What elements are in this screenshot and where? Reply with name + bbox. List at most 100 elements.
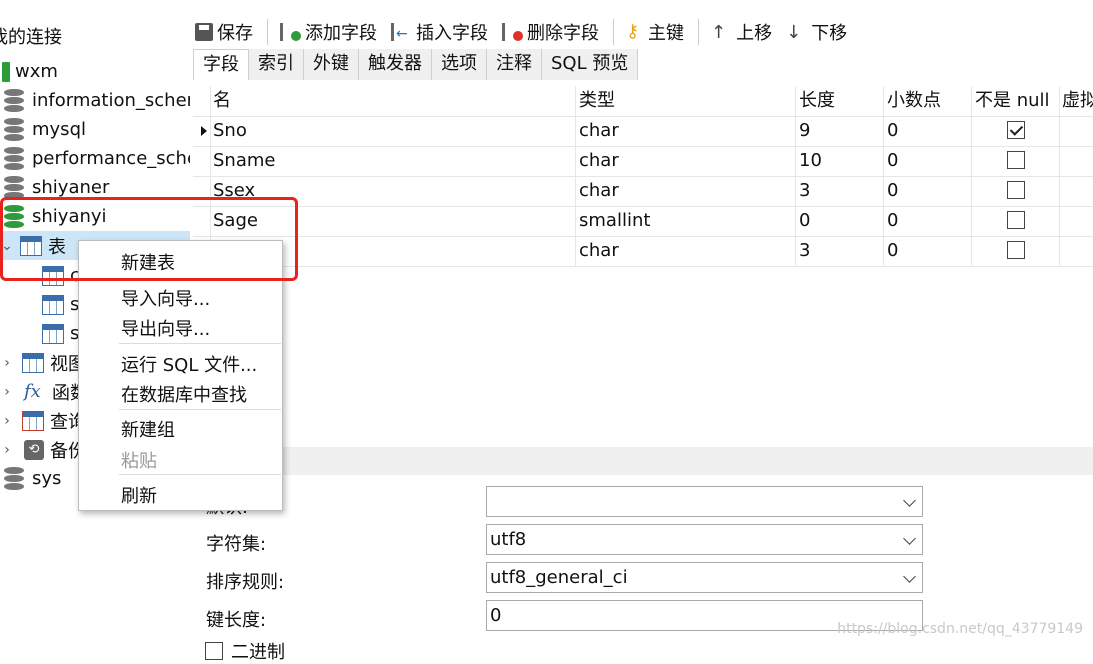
field-decimal-cell[interactable]: 0 [887,206,898,236]
column-header-virtual[interactable]: 虚拟 [1062,86,1093,116]
chevron-right-icon[interactable]: › [0,413,14,429]
move-down-button[interactable]: ↓ 下移 [786,19,847,45]
chevron-down-icon [903,570,916,583]
not-null-checkbox[interactable] [1007,151,1025,169]
column-header-type[interactable]: 类型 [579,86,615,116]
grid-divider [210,176,211,206]
tree-db-shiyanyi[interactable]: shiyanyi [4,202,107,231]
chevron-right-icon[interactable]: › [0,384,14,400]
chevron-right-icon[interactable]: › [0,442,14,458]
field-name-cell[interactable]: Ssex [213,176,255,206]
column-header-decimal[interactable]: 小数点 [887,86,941,116]
binary-checkbox-row[interactable]: 二进制 [205,638,285,664]
chevron-down-icon [903,532,916,545]
tree-table-item[interactable]: s [42,290,79,319]
arrow-up-icon: ↑ [711,21,727,43]
primary-key-button[interactable]: ⚷ 主键 [626,19,684,45]
not-null-checkbox[interactable] [1007,181,1025,199]
chevron-right-icon[interactable]: › [0,355,14,371]
menu-item-export-wizard[interactable]: 导出向导... [121,315,210,341]
tree-node-views[interactable]: › 视图 [0,348,86,377]
table-row[interactable]: Ssex char 3 0 [193,176,1093,207]
tab-options[interactable]: 选项 [432,49,487,80]
table-row[interactable]: char 3 0 [193,236,1093,267]
move-up-button[interactable]: ↑ 上移 [711,19,772,45]
menu-item-new-table[interactable]: 新建表 [121,249,175,275]
tree-db-mysql[interactable]: mysql [4,115,86,144]
tree-table-item[interactable]: s [42,319,79,348]
collation-label: 排序规则: [206,572,285,593]
save-button[interactable]: 保存 [195,19,253,45]
column-header-length[interactable]: 长度 [799,86,835,116]
tab-sql-preview[interactable]: SQL 预览 [542,49,639,80]
field-length-cell[interactable]: 9 [799,116,810,146]
not-null-checkbox[interactable] [1007,241,1025,259]
table-row[interactable]: Sage smallint 0 0 [193,206,1093,237]
database-label: shiyaner [32,177,110,198]
grid-divider [1059,116,1060,146]
tree-db-shiyaner[interactable]: shiyaner [4,173,109,202]
insert-field-label: 插入字段 [416,23,488,44]
menu-item-import-wizard[interactable]: 导入向导... [121,285,210,311]
toolbar: 保存 添加字段 ← 插入字段 删除字段 ⚷ 主键 ↑ 上移 ↓ 下移 [195,16,861,48]
tab-foreign-keys[interactable]: 外键 [304,49,359,80]
grid-divider [210,86,211,116]
toolbar-separator [613,19,614,45]
tab-indexes[interactable]: 索引 [249,49,304,80]
field-type-cell[interactable]: char [579,146,619,176]
field-name-cell[interactable]: Sage [213,206,258,236]
tree-db-information-schema[interactable]: information_schema [4,86,190,115]
default-select[interactable] [486,486,923,517]
tab-bar: 字段 索引 外键 触发器 选项 注释 SQL 预览 [193,49,639,80]
grid-divider [1059,206,1060,236]
tab-triggers[interactable]: 触发器 [359,49,432,80]
field-length-cell[interactable]: 0 [799,206,810,236]
tree-connection-wxm[interactable]: wxm [2,57,58,86]
field-name-cell[interactable]: Sname [213,146,275,176]
column-header-not-null[interactable]: 不是 null [975,86,1050,116]
table-row[interactable]: Sname char 10 0 [193,146,1093,177]
field-type-cell[interactable]: char [579,116,619,146]
grid-divider [795,116,796,146]
binary-checkbox[interactable] [205,642,223,660]
field-decimal-cell[interactable]: 0 [887,176,898,206]
toolbar-separator [698,19,699,45]
arrow-down-icon: ↓ [786,21,802,43]
chevron-down-icon[interactable]: ⌄ [0,238,14,254]
grid-divider [883,146,884,176]
add-field-button[interactable]: 添加字段 [280,19,377,45]
menu-item-new-group[interactable]: 新建组 [121,416,175,442]
not-null-checkbox[interactable] [1007,211,1025,229]
not-null-checkbox[interactable] [1007,121,1025,139]
charset-label: 字符集: [206,534,267,555]
delete-field-button[interactable]: 删除字段 [502,19,599,45]
field-type-cell[interactable]: char [579,236,619,266]
field-name-cell[interactable]: Sno [213,116,247,146]
field-decimal-cell[interactable]: 0 [887,146,898,176]
field-length-cell[interactable]: 3 [799,236,810,266]
tree-table-item[interactable]: c [42,261,80,290]
menu-item-find-in-database[interactable]: 在数据库中查找 [121,381,247,407]
insert-field-button[interactable]: ← 插入字段 [391,19,488,45]
tab-comment[interactable]: 注释 [487,49,542,80]
charset-select[interactable]: utf8 [486,524,923,555]
tree-node-queries[interactable]: › 查询 [0,406,86,435]
collation-select[interactable]: utf8_general_ci [486,562,923,593]
tree-db-sys[interactable]: sys [4,464,61,493]
tree-node-functions[interactable]: › fx 函数 [0,377,88,406]
column-header-name[interactable]: 名 [213,86,231,116]
table-row[interactable]: Sno char 9 0 [193,116,1093,147]
field-type-cell[interactable]: smallint [579,206,650,236]
tree-db-performance-schema[interactable]: performance_schema [4,144,190,173]
menu-item-refresh[interactable]: 刷新 [121,482,157,508]
field-length-cell[interactable]: 3 [799,176,810,206]
tree-node-backups[interactable]: › ⟲ 备份 [0,435,86,464]
field-decimal-cell[interactable]: 0 [887,236,898,266]
field-type-cell[interactable]: char [579,176,619,206]
add-field-label: 添加字段 [305,23,377,44]
tab-fields[interactable]: 字段 [193,49,249,80]
menu-item-run-sql-file[interactable]: 运行 SQL 文件... [121,351,257,377]
field-length-cell[interactable]: 10 [799,146,822,176]
field-decimal-cell[interactable]: 0 [887,116,898,146]
database-label: performance_schema [32,148,190,169]
